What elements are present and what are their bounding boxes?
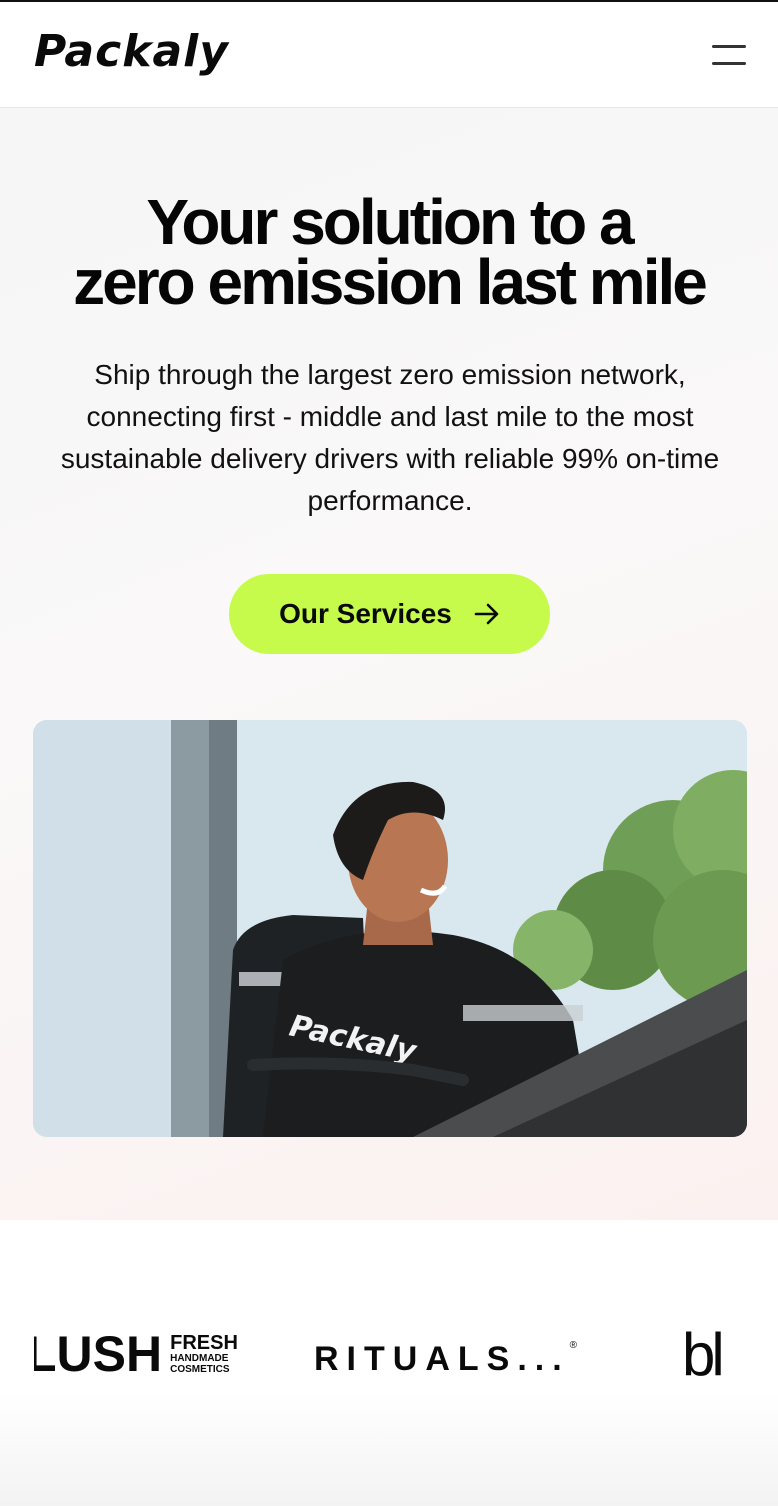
hero-subtitle: Ship through the largest zero emission n… xyxy=(60,359,720,516)
lush-tagline-fresh: FRESH xyxy=(170,1332,238,1354)
menu-line xyxy=(712,45,746,48)
hero-photo-courier: Packaly xyxy=(33,720,747,1137)
site-header: Packaly xyxy=(0,2,778,108)
our-services-label: Our Services xyxy=(279,598,452,629)
hamburger-menu-icon[interactable] xyxy=(706,40,752,74)
headline-line-1: Your solution to a xyxy=(146,186,634,258)
partial-brand-logo: bl xyxy=(682,1321,725,1388)
packaly-logo[interactable]: Packaly xyxy=(34,26,229,77)
lush-tagline-handmade: HANDMADE xyxy=(170,1353,229,1364)
rituals-wordmark: RITUALS... xyxy=(314,1340,570,1378)
arrow-right-icon xyxy=(474,603,499,625)
our-services-button[interactable]: Our Services xyxy=(229,574,550,654)
partner-logos-strip: LUSH FRESH HANDMADE COSMETICS RITUALS...… xyxy=(0,1220,778,1506)
lush-logo: LUSH FRESH HANDMADE COSMETICS xyxy=(34,1326,254,1382)
lush-tagline-cosmetics: COSMETICS xyxy=(170,1364,230,1375)
hero-section: Your solution to a zero emission last mi… xyxy=(0,108,778,1220)
menu-line xyxy=(712,62,746,65)
registered-mark: ® xyxy=(569,1340,578,1351)
hero-headline: Your solution to a zero emission last mi… xyxy=(0,186,778,318)
headline-line-2: zero emission last mile xyxy=(73,246,708,318)
rituals-logo: RITUALS...® xyxy=(314,1340,577,1379)
lush-tagline: FRESH HANDMADE COSMETICS xyxy=(170,1333,238,1375)
lush-wordmark: LUSH xyxy=(34,1326,163,1382)
